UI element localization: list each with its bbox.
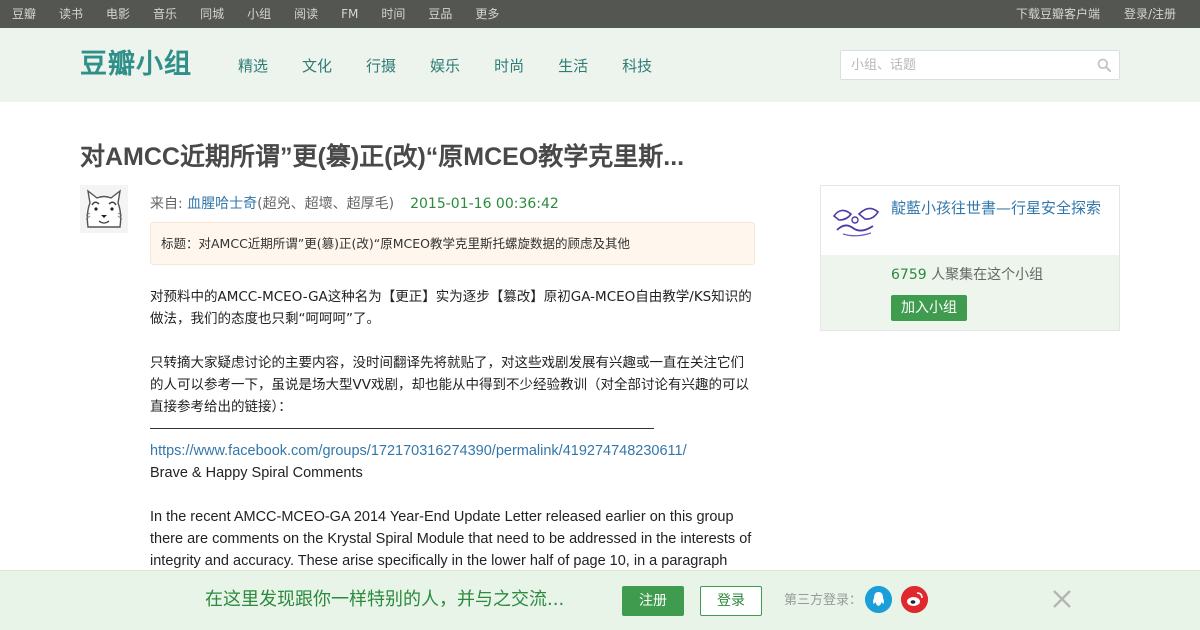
post-paragraph-2: 只转摘大家疑虑讨论的主要内容，没时间翻译先将就贴了，对这些戏剧发展有兴趣或一直在… <box>150 355 749 415</box>
top-nav-more[interactable]: 更多 <box>475 0 499 28</box>
top-nav-group[interactable]: 小组 <box>247 0 271 28</box>
topic-title-box: 标题：对AMCC近期所谓”更(篡)正(改)“原MCEO教学克里斯托螺旋数据的顾虑… <box>150 222 755 265</box>
search-box <box>840 50 1120 80</box>
search-input[interactable] <box>841 51 1091 79</box>
facebook-link[interactable]: https://www.facebook.com/groups/17217031… <box>150 443 687 459</box>
top-nav-book[interactable]: 读书 <box>59 0 83 28</box>
group-header: 豆瓣小组 精选 文化 行摄 娱乐 时尚 生活 科技 <box>0 28 1200 102</box>
post-date: 2015-01-16 00:36:42 <box>410 196 559 212</box>
nav-tech[interactable]: 科技 <box>622 56 652 76</box>
register-button[interactable]: 注册 <box>622 586 684 616</box>
top-nav-movie[interactable]: 电影 <box>106 0 130 28</box>
post-content: 对预料中的AMCC-MCEO-GA这种名为【更正】实为逐步【篡改】原初GA-MC… <box>150 286 755 572</box>
top-nav-right: 下载豆瓣客户端 登录/注册 <box>992 0 1176 28</box>
author-link[interactable]: 血腥哈士奇 <box>187 196 257 212</box>
signup-slogan: 在这里发现跟你一样特别的人，并与之交流... <box>205 589 565 610</box>
nav-entertainment[interactable]: 娱乐 <box>430 56 460 76</box>
post-paragraph-1: 对预料中的AMCC-MCEO-GA这种名为【更正】实为逐步【篡改】原初GA-MC… <box>150 289 752 327</box>
top-nav-bar: 豆瓣 读书 电影 音乐 同城 小组 阅读 FM 时间 豆品 更多 下载豆瓣客户端… <box>0 0 1200 28</box>
post-paragraph-3: In the recent AMCC-MCEO-GA 2014 Year-End… <box>150 509 752 569</box>
content-divider <box>150 428 654 429</box>
qq-icon[interactable] <box>865 586 892 613</box>
join-group-button[interactable]: 加入小组 <box>891 295 967 321</box>
group-card-body: 6759 人聚集在这个小组 加入小组 <box>821 255 1119 330</box>
member-count-label: 人聚集在这个小组 <box>926 267 1044 283</box>
nav-travel[interactable]: 行摄 <box>366 56 396 76</box>
post-meta: 来自: 血腥哈士奇(超兇、超壞、超厚毛) 2015-01-16 00:36:42 <box>150 194 559 214</box>
top-nav-market[interactable]: 豆品 <box>428 0 452 28</box>
nav-culture[interactable]: 文化 <box>302 56 332 76</box>
top-nav-fm[interactable]: FM <box>341 0 358 28</box>
main-nav: 精选 文化 行摄 娱乐 时尚 生活 科技 <box>238 56 686 76</box>
top-nav-time[interactable]: 时间 <box>381 0 405 28</box>
page-title: 对AMCC近期所谓”更(篡)正(改)“原MCEO教学克里斯... <box>80 143 685 171</box>
group-card-header: 靛藍小孩往世書—行星安全探索 <box>821 186 1119 255</box>
group-member-count: 6759 人聚集在这个小组 <box>891 265 1043 285</box>
group-card: 靛藍小孩往世書—行星安全探索 6759 人聚集在这个小组 加入小组 <box>820 185 1120 331</box>
top-nav-music[interactable]: 音乐 <box>153 0 177 28</box>
member-count-number: 6759 <box>891 267 927 283</box>
author-note: (超兇、超壞、超厚毛) <box>257 196 395 212</box>
top-nav-read[interactable]: 阅读 <box>294 0 318 28</box>
login-button[interactable]: 登录 <box>700 586 762 616</box>
nav-fashion[interactable]: 时尚 <box>494 56 524 76</box>
download-app-link[interactable]: 下载豆瓣客户端 <box>1016 0 1100 28</box>
third-party-login-label: 第三方登录： <box>784 593 863 608</box>
post-subtitle: Brave & Happy Spiral Comments <box>150 465 363 481</box>
nav-life[interactable]: 生活 <box>558 56 588 76</box>
login-register-link[interactable]: 登录/注册 <box>1124 0 1176 28</box>
weibo-icon[interactable] <box>901 586 928 613</box>
top-nav-city[interactable]: 同城 <box>200 0 224 28</box>
nav-featured[interactable]: 精选 <box>238 56 268 76</box>
group-logo[interactable] <box>831 200 881 240</box>
from-label: 来自: <box>150 196 188 212</box>
douban-group-logo[interactable]: 豆瓣小组 <box>80 48 192 82</box>
group-name[interactable]: 靛藍小孩往世書—行星安全探索 <box>891 196 1111 220</box>
top-nav-douban[interactable]: 豆瓣 <box>12 0 36 28</box>
close-icon[interactable] <box>1050 587 1074 611</box>
signup-banner: 在这里发现跟你一样特别的人，并与之交流... 注册 登录 第三方登录： <box>0 570 1200 630</box>
search-icon[interactable] <box>1097 58 1111 72</box>
top-nav: 豆瓣 读书 电影 音乐 同城 小组 阅读 FM 时间 豆品 更多 <box>12 0 522 28</box>
author-avatar[interactable] <box>80 185 128 233</box>
